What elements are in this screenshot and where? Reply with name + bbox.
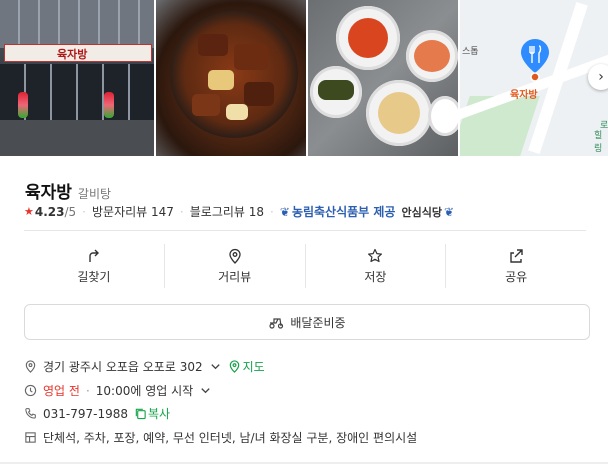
street-view-button[interactable]: 거리뷰	[165, 244, 306, 288]
bottom-divider	[0, 462, 608, 464]
blog-reviews-link[interactable]: 블로그리뷰 18	[190, 203, 264, 220]
delivery-scooter-icon	[269, 318, 284, 329]
street-view-label: 거리뷰	[218, 269, 252, 284]
potato	[208, 70, 234, 90]
location-pin-icon	[25, 360, 36, 373]
hours-row: 영업 전 · 10:00에 영업 시작	[24, 382, 212, 399]
safe-restaurant-label: 안심식당	[401, 205, 442, 219]
phone-row: 031-797-1988 복사	[24, 405, 170, 422]
map-thumbnail[interactable]: 스톱 로 힐링 육자방 ›	[460, 0, 608, 156]
address-row: 경기 광주시 오포읍 오포로 302 지도	[24, 358, 265, 375]
save-button[interactable]: 저장	[306, 244, 447, 288]
street-view-icon	[228, 248, 241, 264]
address-text: 경기 광주시 오포읍 오포로 302	[43, 360, 203, 374]
side-dishes-photo[interactable]	[308, 0, 458, 156]
section-divider	[24, 230, 586, 231]
flower-stand	[18, 92, 28, 118]
map-link[interactable]: 지도	[243, 358, 265, 375]
share-label: 공유	[505, 269, 528, 284]
radish-kimchi	[414, 40, 450, 72]
hours-separator: ·	[85, 383, 90, 398]
dish-photo-galbi[interactable]	[156, 0, 306, 156]
directions-label: 길찾기	[77, 269, 111, 284]
rating-value: 4.23	[34, 204, 65, 219]
map-label: 힐링	[594, 131, 603, 154]
meta-separator: ·	[82, 204, 86, 219]
delivery-button[interactable]: 배달준비중	[24, 304, 590, 340]
phone-icon	[25, 408, 36, 419]
copy-phone-button[interactable]: 복사	[148, 405, 170, 422]
meta-separator: ·	[270, 204, 274, 219]
save-label: 저장	[364, 269, 387, 284]
directions-icon	[89, 249, 99, 262]
star-icon	[368, 248, 383, 262]
cup	[428, 96, 458, 136]
storefront-sign: 육자방	[4, 44, 152, 62]
visitor-reviews-link[interactable]: 방문자리뷰 147	[92, 203, 174, 220]
share-icon	[510, 248, 523, 263]
open-status: 영업 전	[43, 384, 80, 398]
place-title: 육자방 갈비탕	[25, 178, 111, 203]
building-facade	[0, 0, 154, 48]
copy-icon	[135, 408, 146, 420]
directions-button[interactable]: 길찾기	[24, 244, 165, 288]
map-pin-icon	[521, 39, 549, 73]
action-bar: 길찾기 거리뷰 저장 공유	[24, 244, 586, 288]
place-category: 갈비탕	[77, 187, 112, 201]
meat	[198, 34, 228, 56]
chevron-down-icon[interactable]	[199, 384, 212, 397]
phone-number[interactable]: 031-797-1988	[43, 407, 128, 421]
safe-restaurant-badge[interactable]: 농림축산식품부 제공	[292, 203, 396, 220]
share-button[interactable]: 공유	[446, 244, 586, 288]
meat	[244, 82, 274, 106]
rating-max: /5	[64, 204, 77, 219]
building-icon	[25, 432, 36, 443]
laurel-icon: ❦	[443, 204, 455, 219]
chevron-down-icon[interactable]	[209, 360, 222, 373]
meta-separator: ·	[179, 204, 184, 219]
parking-lot	[0, 120, 154, 156]
photo-strip[interactable]: 육자방 스톱 로 힐링 육자방 ›	[0, 0, 608, 156]
place-name: 육자방	[25, 183, 72, 203]
place-meta: ★ 4.23 /5 · 방문자리뷰 147 · 블로그리뷰 18 · ❦ 농림축…	[24, 203, 456, 220]
meat	[234, 44, 268, 70]
storefront-sign-text: 육자방	[57, 48, 88, 61]
delivery-label: 배달준비중	[290, 315, 346, 330]
onion	[226, 104, 248, 120]
rating-star-icon: ★	[24, 205, 34, 218]
kimchi	[348, 18, 388, 58]
laurel-icon: ❦	[279, 204, 290, 219]
storefront-photo[interactable]: 육자방	[0, 0, 154, 156]
hours-text: 10:00에 영업 시작	[95, 384, 194, 398]
peppers	[318, 80, 354, 100]
flower-stand	[104, 92, 114, 118]
map-label: 스톱	[462, 47, 479, 57]
map-dot-icon	[530, 72, 540, 82]
pickled-radish	[378, 92, 420, 134]
meat	[192, 94, 220, 116]
amenities-row: 단체석, 주차, 포장, 예약, 무선 인터넷, 남/녀 화장실 구분, 장애인…	[24, 429, 417, 446]
next-photo-arrow-icon[interactable]: ›	[588, 64, 608, 90]
amenities-text: 단체석, 주차, 포장, 예약, 무선 인터넷, 남/녀 화장실 구분, 장애인…	[43, 431, 418, 445]
map-place-label: 육자방	[510, 90, 538, 101]
map-pin-icon	[229, 360, 239, 373]
clock-icon	[24, 384, 37, 397]
